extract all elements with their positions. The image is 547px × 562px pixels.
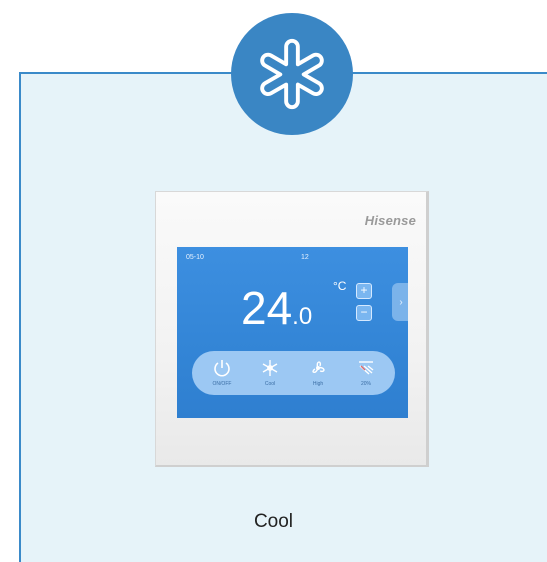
date-label: 05-10 bbox=[186, 254, 204, 261]
mode-label: Cool bbox=[264, 381, 276, 387]
mode-badge bbox=[231, 13, 353, 135]
control-bar: ON/OFF Cool High 20% bbox=[192, 351, 395, 395]
power-icon bbox=[214, 360, 230, 377]
swing-label: 20% bbox=[360, 381, 371, 387]
fan-label: High bbox=[312, 381, 324, 387]
temperature-unit: °C bbox=[333, 279, 347, 293]
time-label: 12 bbox=[301, 254, 309, 261]
swing-control[interactable]: 20% bbox=[346, 357, 386, 387]
swing-icon bbox=[359, 361, 374, 375]
thermostat-screen: 05-10 12 24.0 °C + − › ON/OFF Cool High … bbox=[177, 247, 408, 418]
temp-down-button[interactable]: − bbox=[356, 305, 372, 321]
power-control[interactable]: ON/OFF bbox=[202, 357, 242, 387]
brand-logo: Hisense bbox=[364, 213, 416, 228]
snowflake-icon bbox=[260, 38, 324, 110]
mode-caption: Cool bbox=[253, 511, 294, 532]
temp-up-button[interactable]: + bbox=[356, 283, 372, 299]
temperature-decimal: .0 bbox=[292, 303, 313, 330]
power-label: ON/OFF bbox=[212, 381, 232, 387]
fan-icon bbox=[312, 361, 325, 373]
mode-control[interactable]: Cool bbox=[250, 357, 290, 387]
fan-control[interactable]: High bbox=[298, 357, 338, 387]
temperature-display: 24.0 bbox=[241, 285, 312, 340]
temperature-integer: 24 bbox=[241, 282, 293, 334]
thermostat-device: Hisense 05-10 12 24.0 °C + − › ON/OFF Co… bbox=[155, 191, 429, 467]
next-page-tab[interactable]: › bbox=[392, 283, 408, 321]
snowflake-mode-icon bbox=[262, 360, 278, 376]
